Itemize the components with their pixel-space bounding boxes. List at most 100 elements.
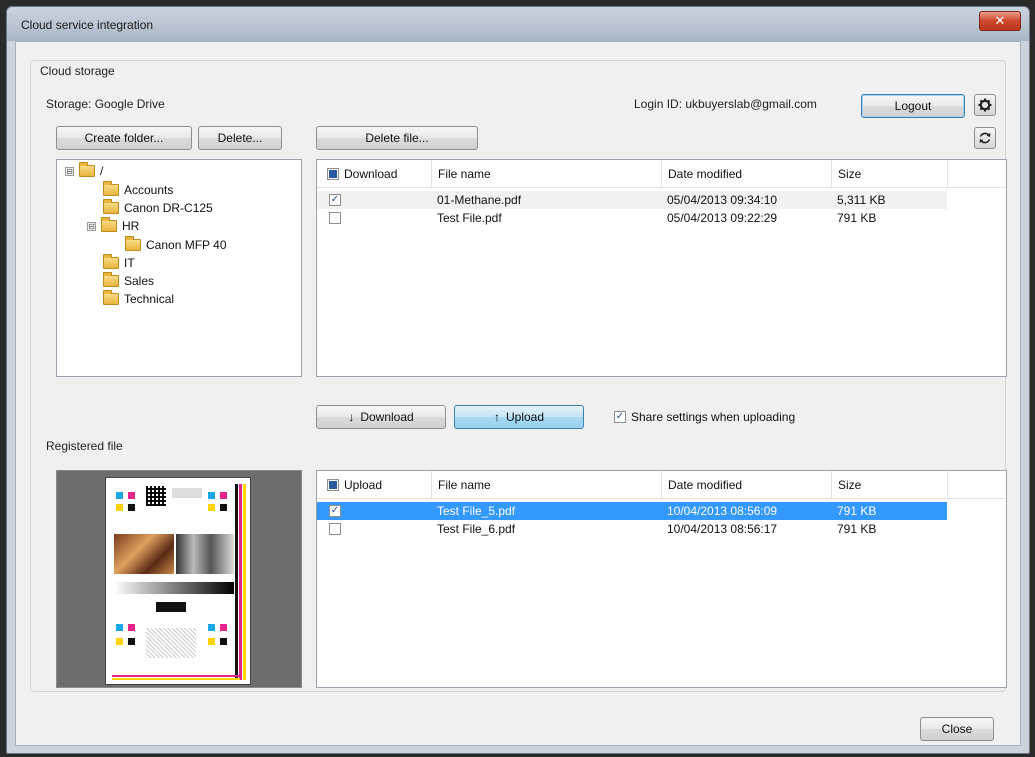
file-name-cell: Test File_5.pdf (437, 504, 516, 518)
column-header-date-modified[interactable]: Date modified (661, 471, 742, 498)
delete-folder-button[interactable]: Delete... (198, 126, 282, 150)
tree-item-label: IT (124, 256, 135, 270)
column-header-file-name[interactable]: File name (431, 471, 491, 498)
folder-tree[interactable]: ⊟ / Accounts Canon DR-C125 ⊟ HR Canon MF… (56, 159, 302, 377)
tree-item-label: Accounts (124, 183, 174, 197)
tree-item-canon-mfp-40[interactable]: Canon MFP 40 (125, 236, 227, 254)
tree-item-label: Technical (124, 292, 175, 306)
column-header-label: File name (438, 166, 491, 181)
delete-folder-label: Delete... (217, 131, 263, 145)
window-title: Cloud service integration (21, 18, 154, 32)
column-header-label: Upload (344, 477, 383, 492)
column-header-upload[interactable]: Upload (327, 471, 382, 498)
cloud-storage-label: Cloud storage (40, 64, 115, 78)
folder-icon (103, 199, 119, 214)
size-cell: 791 KB (837, 211, 877, 225)
collapse-icon[interactable]: ⊟ (87, 221, 96, 231)
column-header-file-name[interactable]: File name (431, 160, 491, 187)
column-header-download[interactable]: Download (327, 160, 397, 187)
file-name-cell: Test File_6.pdf (437, 522, 516, 536)
table-row[interactable]: Test File_6.pdf 10/04/2013 08:56:17 791 … (317, 520, 947, 538)
select-all-upload-checkbox[interactable] (327, 478, 339, 491)
select-all-download-checkbox[interactable] (327, 167, 339, 180)
upload-checkbox[interactable] (329, 523, 341, 535)
column-header-size[interactable]: Size (831, 471, 861, 498)
settings-button[interactable] (974, 94, 996, 116)
tree-item-label: / (100, 164, 104, 178)
cloud-file-list-header: Download File name Date modified Size (317, 160, 1006, 188)
tree-item-canon-dr-c125[interactable]: Canon DR-C125 (103, 199, 213, 217)
file-name-cell: 01-Methane.pdf (437, 193, 522, 207)
window-close-button[interactable]: ✕ (979, 11, 1021, 31)
dialog-client-area: Cloud storage Storage: Google Drive Logi… (15, 41, 1021, 746)
close-button-label: Close (941, 722, 973, 736)
folder-icon (79, 162, 95, 177)
date-modified-cell: 05/04/2013 09:22:29 (667, 211, 778, 225)
tree-item-sales[interactable]: Sales (103, 272, 154, 290)
document-preview (56, 470, 302, 688)
create-folder-label: Create folder... (84, 131, 164, 145)
size-cell: 791 KB (837, 522, 877, 536)
column-header-spacer (947, 160, 954, 187)
folder-icon (125, 236, 141, 251)
tree-item-it[interactable]: IT (103, 254, 135, 272)
delete-file-button[interactable]: Delete file... (316, 126, 478, 150)
upload-arrow-icon: ↑ (493, 410, 500, 424)
column-header-label: Size (838, 166, 862, 181)
upload-button[interactable]: ↑ Upload (454, 405, 584, 429)
folder-icon (103, 181, 119, 196)
tree-item-label: Sales (124, 274, 155, 288)
column-header-label: Download (344, 166, 398, 181)
download-button[interactable]: ↓ Download (316, 405, 446, 429)
download-checkbox[interactable] (329, 212, 341, 224)
title-bar[interactable]: Cloud service integration ✕ (7, 7, 1029, 41)
registered-file-label: Registered file (46, 439, 123, 453)
download-arrow-icon: ↓ (348, 410, 355, 424)
share-settings-option[interactable]: ✓ Share settings when uploading (614, 410, 795, 424)
size-cell: 791 KB (837, 504, 877, 518)
column-header-label: Size (838, 477, 862, 492)
column-header-label: File name (438, 477, 491, 492)
tree-item-root[interactable]: ⊟ / (65, 162, 103, 180)
upload-checkbox[interactable]: ✓ (329, 505, 341, 517)
registered-file-list[interactable]: Upload File name Date modified Size ✓ Te… (316, 470, 1007, 688)
column-header-date-modified[interactable]: Date modified (661, 160, 742, 187)
storage-label: Storage: Google Drive (46, 97, 165, 111)
table-row[interactable]: ✓ 01-Methane.pdf 05/04/2013 09:34:10 5,3… (317, 191, 947, 209)
tree-item-hr[interactable]: ⊟ HR (87, 217, 139, 235)
date-modified-cell: 10/04/2013 08:56:09 (667, 504, 778, 518)
date-modified-cell: 10/04/2013 08:56:17 (667, 522, 778, 536)
create-folder-button[interactable]: Create folder... (56, 126, 192, 150)
column-header-label: Date modified (668, 166, 743, 181)
tree-item-label: HR (122, 219, 140, 233)
table-row-selected[interactable]: ✓ Test File_5.pdf 10/04/2013 08:56:09 79… (317, 502, 947, 520)
close-icon: ✕ (994, 13, 1006, 28)
upload-button-label: Upload (505, 410, 545, 424)
download-checkbox[interactable]: ✓ (329, 194, 341, 206)
logout-button[interactable]: Logout (861, 94, 965, 118)
registered-file-list-header: Upload File name Date modified Size (317, 471, 1006, 499)
tree-item-technical[interactable]: Technical (103, 290, 174, 308)
download-button-label: Download (360, 410, 414, 424)
dialog-window: Cloud service integration ✕ Cloud storag… (6, 6, 1030, 754)
cloud-file-list[interactable]: Download File name Date modified Size ✓ … (316, 159, 1007, 377)
folder-icon (103, 272, 119, 287)
login-id-label: Login ID: ukbuyerslab@gmail.com (634, 97, 817, 111)
tree-item-accounts[interactable]: Accounts (103, 181, 173, 199)
refresh-button[interactable] (974, 127, 996, 149)
folder-icon (103, 290, 119, 305)
folder-icon (103, 254, 119, 269)
share-settings-label: Share settings when uploading (631, 410, 796, 424)
share-settings-checkbox[interactable]: ✓ (614, 411, 626, 423)
table-row[interactable]: Test File.pdf 05/04/2013 09:22:29 791 KB (317, 209, 947, 227)
file-name-cell: Test File.pdf (437, 211, 502, 225)
tree-item-label: Canon MFP 40 (146, 238, 227, 252)
column-header-spacer (947, 471, 954, 498)
column-header-size[interactable]: Size (831, 160, 861, 187)
preview-page-thumbnail (105, 477, 251, 685)
column-header-label: Date modified (668, 477, 743, 492)
collapse-icon[interactable]: ⊟ (65, 166, 74, 176)
close-button[interactable]: Close (920, 717, 994, 741)
refresh-icon (979, 132, 991, 144)
folder-icon (101, 217, 117, 232)
